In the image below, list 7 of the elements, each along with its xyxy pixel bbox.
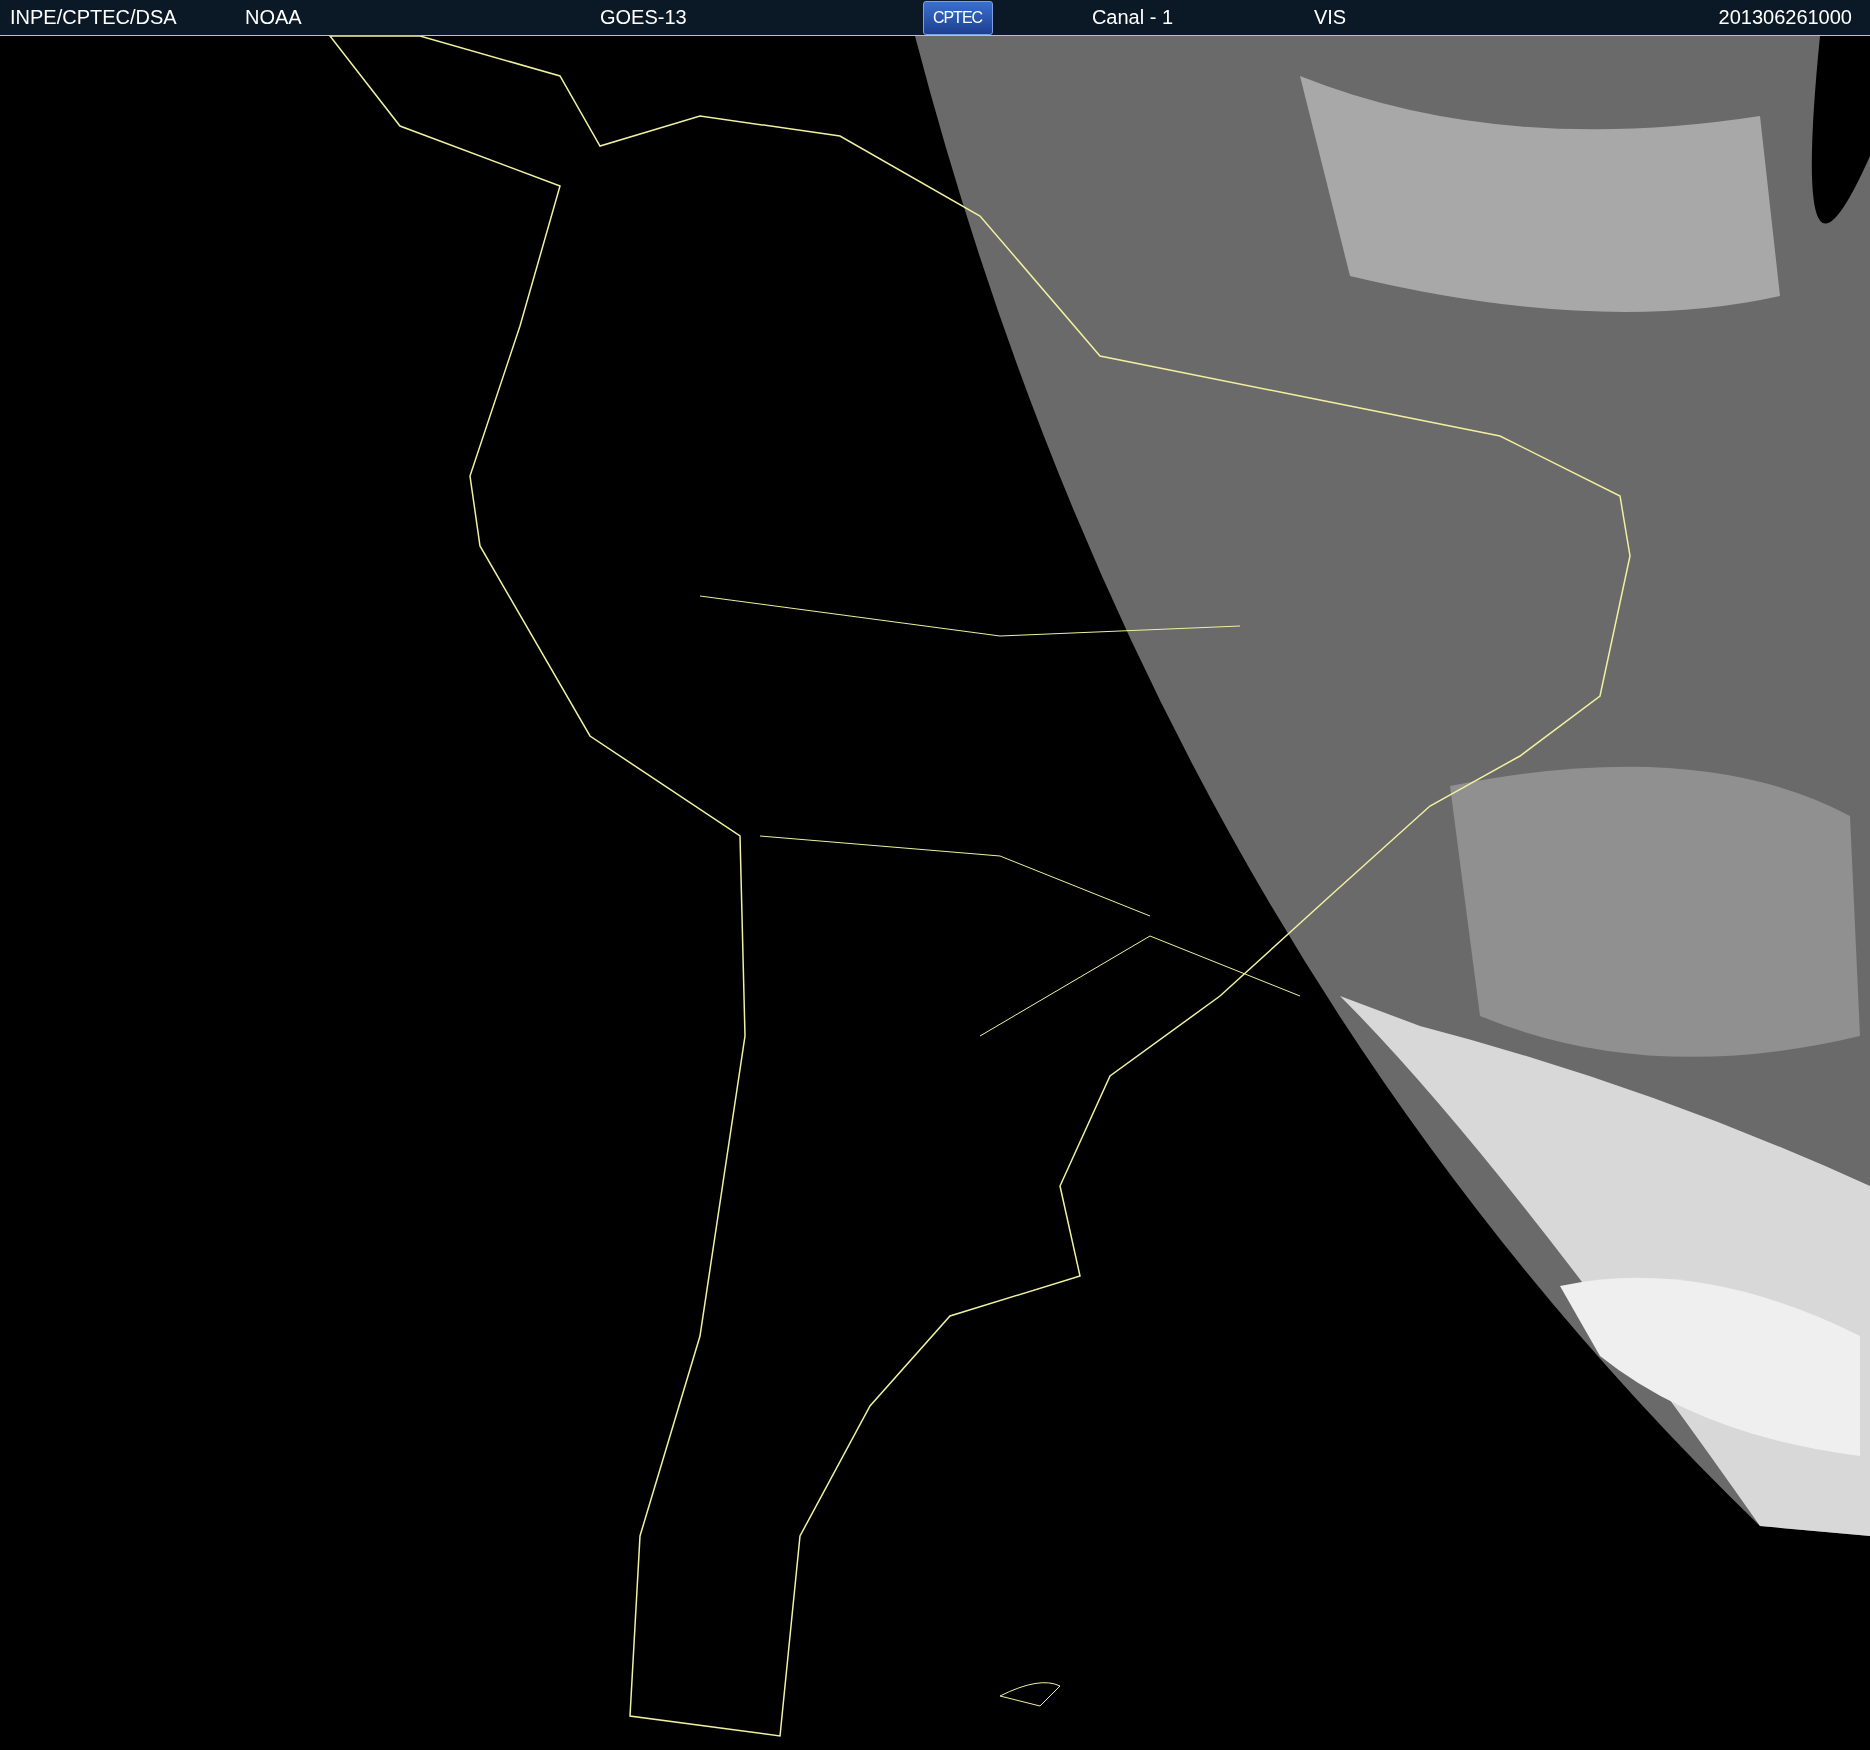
- header-label: VIS: [1313, 6, 1347, 29]
- header-label: Canal - 1: [1091, 6, 1174, 29]
- header-label: NOAA: [245, 6, 303, 29]
- logo: CPTEC: [922, 0, 993, 35]
- header-label: GOES-13: [600, 6, 688, 29]
- header-label: INPE/CPTEC/DSA: [10, 6, 178, 29]
- header-label: 201306261000: [1718, 6, 1853, 29]
